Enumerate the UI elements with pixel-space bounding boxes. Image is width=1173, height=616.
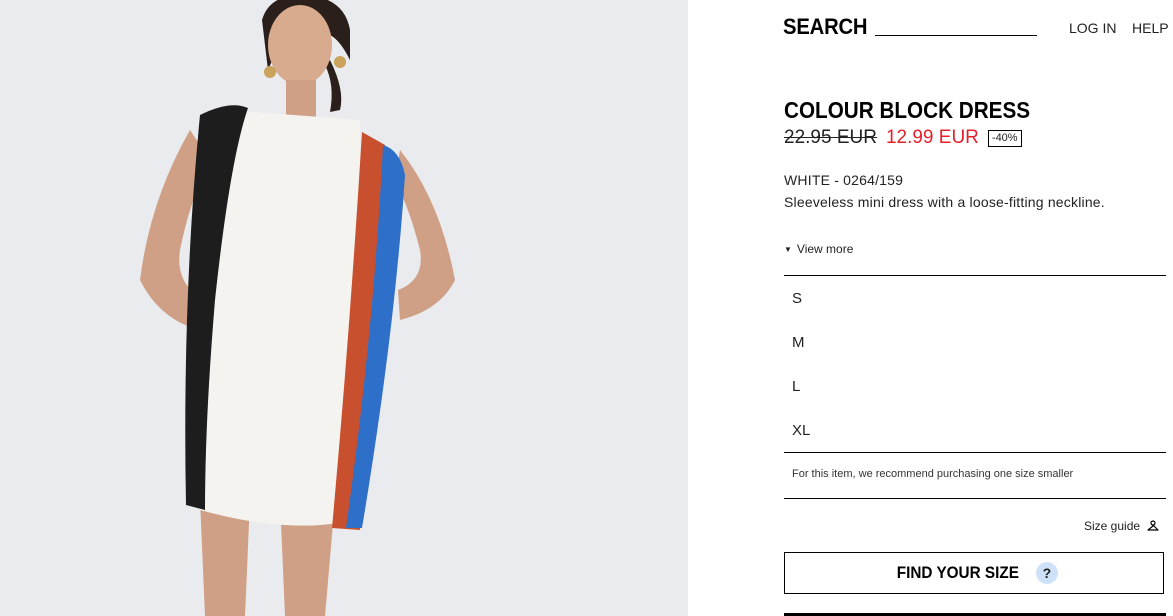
divider [784, 452, 1166, 453]
login-link[interactable]: LOG IN [1069, 20, 1116, 36]
size-label: M [792, 334, 805, 351]
old-price: 22.95 EUR [784, 127, 877, 148]
product-photo[interactable] [0, 0, 688, 616]
help-link[interactable]: HELP [1132, 20, 1169, 36]
size-option-l[interactable]: L [784, 364, 1166, 408]
view-more-toggle[interactable]: ▼ View more [784, 242, 853, 256]
size-recommendation: For this item, we recommend purchasing o… [792, 468, 1074, 480]
search-label[interactable]: SEARCH [783, 14, 868, 40]
divider [784, 498, 1166, 499]
size-option-xl[interactable]: XL [784, 408, 1166, 452]
find-your-size-label: FIND YOUR SIZE [896, 563, 1020, 582]
size-guide-link[interactable]: Size guide [1084, 519, 1159, 533]
search-input-underline[interactable] [875, 35, 1037, 36]
find-your-size-button[interactable]: FIND YOUR SIZE ? [784, 552, 1164, 594]
caret-down-icon: ▼ [784, 244, 792, 254]
help-question-icon[interactable]: ? [1035, 562, 1058, 584]
size-label: L [792, 378, 801, 395]
size-label: S [792, 290, 803, 307]
size-option-m[interactable]: M [784, 320, 1166, 364]
price-row: 22.95 EUR 12.99 EUR -40% [784, 127, 1022, 149]
dress-illustration [0, 0, 688, 616]
sale-price: 12.99 EUR [885, 127, 979, 148]
product-title: COLOUR BLOCK DRESS [784, 97, 1031, 123]
size-guide-label: Size guide [1084, 519, 1141, 533]
size-label: XL [792, 422, 811, 439]
hanger-icon [1147, 520, 1159, 531]
product-description: Sleeveless mini dress with a loose-fitti… [784, 194, 1105, 210]
color-reference: WHITE - 0264/159 [784, 172, 904, 188]
view-more-label: View more [796, 242, 854, 256]
size-option-s[interactable]: S [784, 276, 1166, 320]
discount-badge: -40% [987, 129, 1022, 147]
